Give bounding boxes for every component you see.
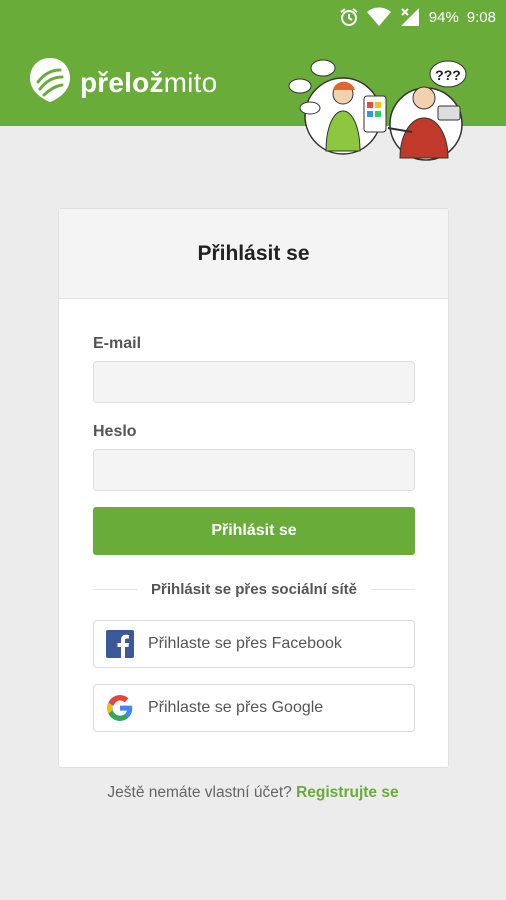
clock-time: 9:08 [466, 8, 496, 26]
status-bar: 94% 9:08 [0, 0, 506, 34]
password-field[interactable] [93, 449, 415, 491]
signal-icon [399, 7, 421, 27]
login-card: Přihlásit se E-mail Heslo Přihlásit se P… [58, 208, 449, 768]
divider-line-left [93, 588, 138, 590]
wifi-icon [366, 7, 391, 27]
alarm-icon [339, 7, 359, 27]
brand-name: přeložmito [80, 66, 218, 98]
social-divider: Přihlásit se přes sociální sítě [93, 579, 415, 599]
facebook-login-button[interactable]: Přihlaste se přes Facebook [93, 620, 415, 668]
email-label: E-mail [93, 335, 142, 352]
register-prompt: Ještě nemáte vlastní účet? Registrujte s… [0, 784, 506, 802]
battery-percent: 94% [428, 8, 459, 26]
register-link[interactable]: Registrujte se [296, 784, 399, 801]
question-marks: ??? [435, 67, 461, 83]
login-button[interactable]: Přihlásit se [93, 507, 415, 555]
email-field[interactable] [93, 361, 415, 403]
facebook-login-label: Přihlaste se přes Facebook [148, 635, 342, 652]
brand-logo[interactable]: přeložmito [28, 56, 217, 109]
social-divider-text: Přihlásit se přes sociální sítě [151, 580, 357, 598]
login-title: Přihlásit se [59, 209, 448, 299]
header-illustration: ??? [288, 46, 478, 166]
logo-icon [28, 56, 72, 109]
register-question: Ještě nemáte vlastní účet? [107, 784, 292, 801]
google-icon [106, 694, 134, 722]
password-label: Heslo [93, 423, 137, 440]
divider-line-right [370, 588, 415, 590]
google-login-label: Přihlaste se přes Google [148, 699, 324, 716]
facebook-icon [106, 630, 134, 658]
google-login-button[interactable]: Přihlaste se přes Google [93, 684, 415, 732]
